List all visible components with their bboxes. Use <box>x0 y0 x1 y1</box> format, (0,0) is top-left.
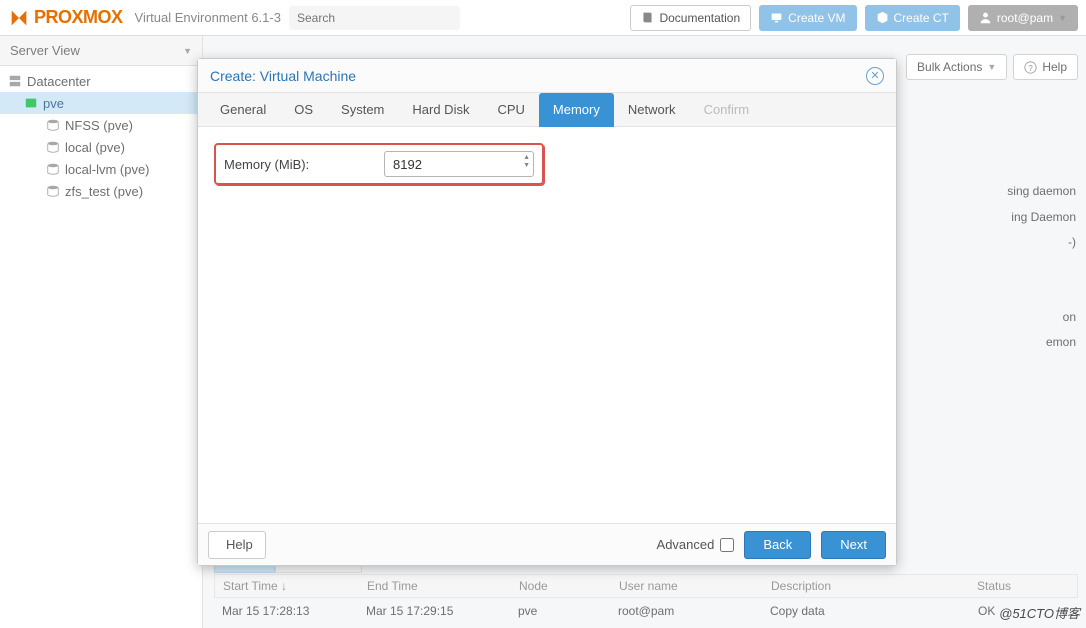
close-icon[interactable]: ✕ <box>866 67 884 85</box>
chevron-down-icon: ▼ <box>1058 13 1067 23</box>
back-button[interactable]: Back <box>744 531 811 559</box>
tab-memory[interactable]: Memory <box>539 93 614 127</box>
version-label: Virtual Environment 6.1-3 <box>135 10 281 25</box>
tab-os[interactable]: OS <box>280 93 327 127</box>
cube-icon <box>876 11 889 24</box>
create-ct-button[interactable]: Create CT <box>865 5 960 31</box>
brand-text: PROXMOX <box>34 7 123 28</box>
brand-logo: PROXMOX <box>8 7 123 29</box>
spin-down-icon[interactable]: ▼ <box>523 162 530 169</box>
monitor-icon <box>770 11 783 24</box>
modal-help-button[interactable]: ? Help <box>208 531 266 559</box>
book-icon <box>641 11 654 24</box>
wizard-tabs: General OS System Hard Disk CPU Memory N… <box>198 93 896 127</box>
next-button[interactable]: Next <box>821 531 886 559</box>
modal-title-bar: Create: Virtual Machine ✕ <box>198 59 896 93</box>
modal-footer: ? Help Advanced Back Next <box>198 523 896 565</box>
tab-confirm: Confirm <box>690 93 764 127</box>
advanced-toggle: Advanced <box>657 537 735 552</box>
create-vm-button[interactable]: Create VM <box>759 5 856 31</box>
spin-up-icon[interactable]: ▲ <box>523 154 530 161</box>
proxmox-icon <box>8 7 30 29</box>
create-vm-wizard: Create: Virtual Machine ✕ General OS Sys… <box>197 58 897 566</box>
modal-body: Memory (MiB): ▲ ▼ <box>198 127 896 523</box>
documentation-button[interactable]: Documentation <box>630 5 751 31</box>
tab-cpu[interactable]: CPU <box>483 93 538 127</box>
user-menu-button[interactable]: root@pam ▼ <box>968 5 1078 31</box>
advanced-label: Advanced <box>657 537 715 552</box>
memory-spinner: ▲ ▼ <box>384 151 534 177</box>
memory-field-highlight: Memory (MiB): ▲ ▼ <box>214 143 544 185</box>
tab-network[interactable]: Network <box>614 93 690 127</box>
modal-title: Create: Virtual Machine <box>210 68 356 84</box>
search-input[interactable] <box>289 6 460 30</box>
memory-label: Memory (MiB): <box>224 157 374 172</box>
memory-input[interactable] <box>384 151 534 177</box>
tab-system[interactable]: System <box>327 93 398 127</box>
tab-general[interactable]: General <box>206 93 280 127</box>
user-icon <box>979 11 992 24</box>
top-bar: PROXMOX Virtual Environment 6.1-3 Docume… <box>0 0 1086 36</box>
tab-hard-disk[interactable]: Hard Disk <box>398 93 483 127</box>
advanced-checkbox[interactable] <box>720 538 734 552</box>
